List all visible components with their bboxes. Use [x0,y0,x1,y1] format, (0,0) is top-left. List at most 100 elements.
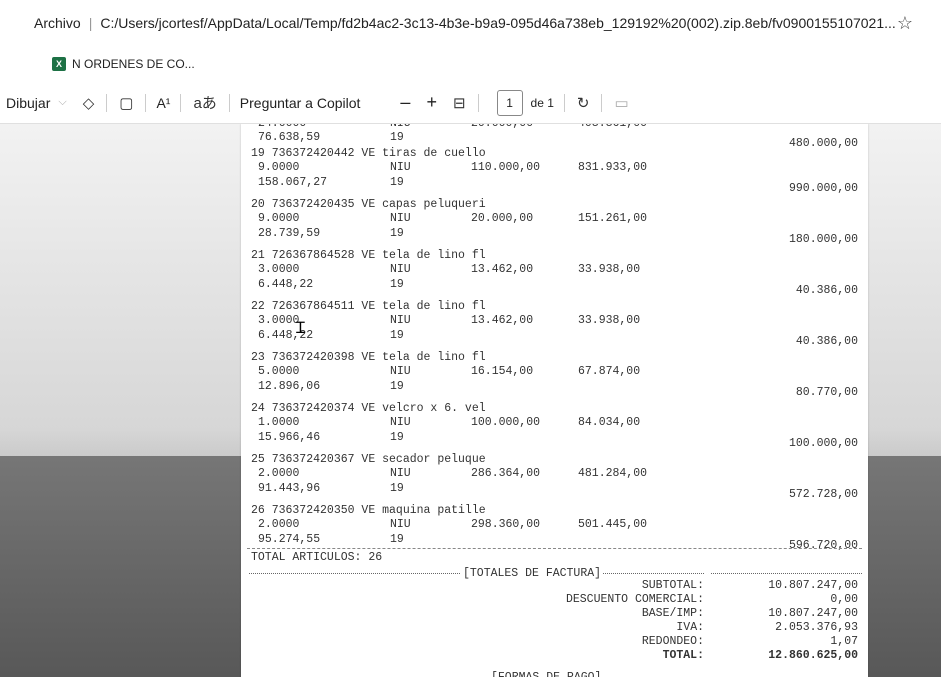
item-net: 151.261,00 [578,212,648,225]
totals-label: TOTAL: [662,649,704,662]
item-tax: 6.448,22 [258,278,314,291]
row-total: 480.000,00 [788,137,858,150]
item-tax: 28.739,59 [258,227,321,240]
toolbar-divider [228,93,230,112]
payment-header: [FORMAS DE PAGO] [491,670,601,677]
item-header: 24 736372420374 VE velcro x 6. vel [251,402,486,415]
toolbar-divider [180,93,182,112]
bookmarks-bar: X N ORDENES DE CO... [0,46,941,82]
chevron-down-icon: ⌵ [58,96,67,108]
item-unit: NIU [390,518,411,531]
item-unit: NIU [390,212,411,225]
item-qty: 5.0000 [258,365,300,378]
draw-button[interactable]: Dibujar ⌵ [6,95,69,111]
item-rate: 19 [390,482,404,495]
totals-label: BASE/IMP: [641,607,704,620]
totals-label: SUBTOTAL: [641,579,704,592]
rotate-icon[interactable]: ↻ [577,94,590,112]
text-box-icon[interactable]: ▢ [119,94,133,112]
pdf-viewer[interactable]: 24.0000NIU20.000,00403.361,0076.638,5919… [0,124,941,677]
item-rate: 19 [390,380,404,393]
total-articles: TOTAL ARTICULOS: 26 [251,551,383,564]
item-total: 990.000,00 [788,182,858,195]
item-qty: 9.0000 [258,161,300,174]
item-price: 13.462,00 [471,263,534,276]
item-price: 110.000,00 [471,161,541,174]
item-unit: NIU [390,365,411,378]
item-header: 26 736372420350 VE maquina patille [251,504,486,517]
item-tax: 12.896,06 [258,380,321,393]
item-qty: 2.0000 [258,467,300,480]
item-qty: 2.0000 [258,518,300,531]
item-net: 33.938,00 [578,314,641,327]
totals-value: 2.053.376,93 [775,621,858,634]
row-price: 20.000,00 [471,124,533,131]
totals-value: 0,00 [830,593,858,606]
item-qty: 3.0000 [258,314,300,327]
item-header: 20 736372420435 VE capas peluqueri [251,198,486,211]
divider-line [247,548,862,549]
totals-value: 10.807.247,00 [768,607,858,620]
item-tax: 158.067,27 [258,176,328,189]
item-total: 100.000,00 [788,437,858,450]
item-price: 16.154,00 [471,365,534,378]
address-divider: | [88,15,93,31]
item-total: 180.000,00 [788,233,858,246]
address-path[interactable]: C:/Users/jcortesf/AppData/Local/Temp/fd2… [100,15,895,31]
divider-line [711,573,862,574]
item-header: 23 736372420398 VE tela de lino fl [251,351,486,364]
page-number-input[interactable]: 1 [496,89,523,116]
item-net: 33.938,00 [578,263,641,276]
totals-label: REDONDEO: [641,635,704,648]
item-rate: 19 [390,533,404,546]
item-unit: NIU [390,467,411,480]
two-page-view-icon[interactable]: ▭ [614,94,628,112]
address-bar[interactable]: Archivo | C:/Users/jcortesf/AppData/Loca… [0,0,941,46]
excel-icon: X [52,57,66,71]
item-net: 67.874,00 [578,365,641,378]
item-unit: NIU [390,416,411,429]
eraser-icon[interactable]: ◇ [83,94,95,112]
translate-icon[interactable]: aあ [193,92,216,113]
item-net: 84.034,00 [578,416,641,429]
totals-value: 1,07 [830,635,858,648]
item-price: 20.000,00 [471,212,534,225]
file-scheme-label: Archivo [34,15,81,31]
item-total: 40.386,00 [795,284,858,297]
read-aloud-button[interactable]: A¹ [156,95,170,111]
fit-width-icon[interactable]: ⊟ [453,94,466,112]
item-total: 80.770,00 [795,386,858,399]
item-tax: 15.966,46 [258,431,321,444]
item-total: 572.728,00 [788,488,858,501]
item-rate: 19 [390,176,404,189]
item-rate: 19 [390,329,404,342]
totals-label: IVA: [676,621,704,634]
zoom-out-button[interactable]: – [400,92,410,113]
item-total: 596.720,00 [788,539,858,552]
item-price: 298.360,00 [471,518,541,531]
copilot-button[interactable]: Preguntar a Copilot [240,95,361,111]
item-price: 286.364,00 [471,467,541,480]
item-header: 21 726367864528 VE tela de lino fl [251,249,486,262]
pdf-toolbar: Dibujar ⌵ ◇ ▢ A¹ aあ Preguntar a Copilot … [0,82,941,124]
item-qty: 3.0000 [258,263,300,276]
item-header: 22 726367864511 VE tela de lino fl [251,300,486,313]
item-net: 481.284,00 [578,467,648,480]
item-net: 831.933,00 [578,161,648,174]
item-rate: 19 [390,431,404,444]
item-qty: 1.0000 [258,416,300,429]
item-rate: 19 [390,278,404,291]
bookmark-item-ordenes[interactable]: N ORDENES DE CO... [72,57,195,71]
favorite-star-icon[interactable]: ☆ [897,13,913,34]
row-tax: 76.638,59 [258,131,321,144]
toolbar-divider [477,93,479,112]
zoom-in-button[interactable]: + [426,92,437,113]
invoice-page: 24.0000NIU20.000,00403.361,0076.638,5919… [241,124,868,677]
item-net: 501.445,00 [578,518,648,531]
row-rate: 19 [390,131,404,144]
item-unit: NIU [390,161,411,174]
item-tax: 95.274,55 [258,533,321,546]
item-price: 13.462,00 [471,314,534,327]
item-rate: 19 [390,227,404,240]
toolbar-divider [145,93,147,112]
